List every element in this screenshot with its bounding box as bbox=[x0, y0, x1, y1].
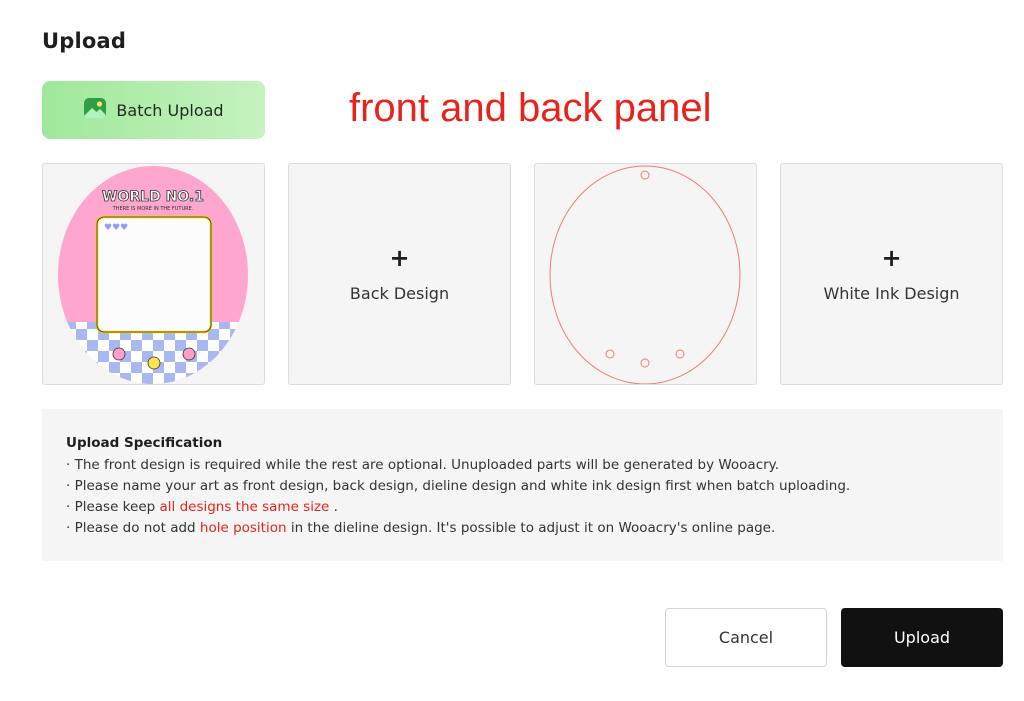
hearts-icon: ♥♥♥ bbox=[104, 223, 128, 233]
upload-specification: Upload Specification · The front design … bbox=[42, 409, 1003, 561]
spec-line-2: · Please name your art as front design, … bbox=[66, 478, 851, 494]
plus-icon: + bbox=[389, 243, 410, 272]
white-ink-design-panel[interactable]: + White Ink Design bbox=[780, 163, 1003, 385]
spec-line-3-highlight: all designs the same size bbox=[159, 499, 330, 515]
dieline-design-panel[interactable] bbox=[534, 163, 757, 385]
artwork-tagline: THERE IS MORE IN THE FUTURE. bbox=[112, 206, 194, 212]
cancel-button[interactable]: Cancel bbox=[665, 608, 827, 667]
back-design-label: Back Design bbox=[349, 283, 450, 303]
image-icon bbox=[83, 96, 107, 125]
front-design-panel[interactable]: WORLD NO.1 THERE IS MORE IN THE FUTURE. … bbox=[42, 163, 265, 385]
spec-line-1: · The front design is required while the… bbox=[66, 457, 780, 473]
white-ink-design-label: White Ink Design bbox=[823, 283, 960, 303]
spec-line-3-text: · Please keep bbox=[66, 499, 160, 515]
back-design-panel[interactable]: + Back Design bbox=[288, 163, 511, 385]
spec-title: Upload Specification bbox=[66, 435, 223, 451]
spec-line-4-end: in the dieline design. It's possible to … bbox=[286, 520, 776, 536]
batch-upload-button[interactable]: Batch Upload bbox=[42, 81, 265, 139]
spec-line-3: · Please keep all designs the same size … bbox=[66, 497, 979, 518]
artwork-heading: WORLD NO.1 bbox=[102, 189, 204, 205]
spec-line-4-highlight: hole position bbox=[199, 520, 287, 536]
spec-line-4-text: · Please do not add bbox=[66, 520, 200, 536]
spec-line-3-end: . bbox=[329, 499, 338, 515]
dialog-title: Upload bbox=[42, 29, 127, 53]
front-design-preview: WORLD NO.1 THERE IS MORE IN THE FUTURE. … bbox=[58, 166, 248, 384]
dieline-preview bbox=[549, 165, 741, 384]
annotation-text: front and back panel bbox=[349, 86, 712, 130]
batch-upload-label: Batch Upload bbox=[116, 100, 224, 120]
plus-icon: + bbox=[881, 243, 902, 272]
upload-button[interactable]: Upload bbox=[841, 608, 1003, 667]
spec-line-4: · Please do not add hole position in the… bbox=[66, 518, 979, 539]
